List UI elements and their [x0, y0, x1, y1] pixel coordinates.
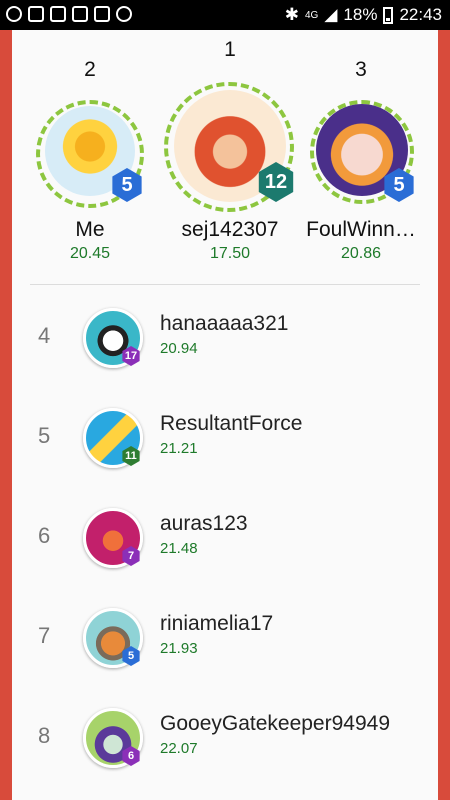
podium-first[interactable]: 1 12 sej142307 17.50 [160, 30, 300, 270]
podium-name: Me [75, 218, 105, 241]
row-rank: 8 [38, 723, 51, 748]
divider [30, 284, 420, 285]
row-name: GooeyGatekeeper94949 [160, 712, 391, 735]
podium-name: FoulWinn… [306, 218, 416, 241]
battery-icon [383, 6, 394, 24]
list-item[interactable]: 5 11 ResultantForce 21.21 [12, 400, 438, 500]
status-bar: ✱ 4G ◢ 18% 22:43 [0, 0, 450, 30]
list-item[interactable]: 4 17 hanaaaaa321 20.94 [12, 300, 438, 400]
row-time: 22.07 [160, 740, 198, 757]
message-icon [50, 6, 66, 22]
podium-name: sej142307 [181, 218, 279, 241]
row-time: 21.93 [160, 640, 198, 657]
row-rank: 5 [38, 423, 51, 448]
row-name: hanaaaaa321 [160, 312, 289, 335]
gmail-icon [94, 6, 110, 22]
podium-second[interactable]: 2 5 Me 20.45 [30, 30, 150, 270]
row-rank: 7 [38, 623, 51, 648]
row-time: 20.94 [160, 340, 198, 357]
podium-rank: 3 [355, 58, 367, 81]
row-time: 21.21 [160, 440, 198, 457]
bluetooth-icon: ✱ [284, 5, 299, 24]
do-not-disturb-icon [6, 6, 22, 22]
row-rank: 6 [38, 523, 51, 548]
row-name: auras123 [160, 512, 248, 535]
list-item[interactable]: 6 7 auras123 21.48 [12, 500, 438, 600]
row-rank: 4 [38, 323, 51, 348]
row-name: riniamelia17 [160, 612, 274, 635]
row-time: 21.48 [160, 540, 198, 557]
battery-percent: 18% [343, 5, 378, 24]
podium-third[interactable]: 3 5 FoulWinn… 20.86 [302, 30, 420, 270]
list-item[interactable]: 7 5 riniamelia17 21.93 [12, 600, 438, 700]
network-type: 4G [305, 9, 319, 21]
podium-rank: 1 [224, 38, 236, 61]
podium-time: 20.45 [69, 245, 111, 262]
podium-time: 20.86 [340, 245, 382, 262]
list-item[interactable]: 8 6 GooeyGatekeeper94949 22.07 [12, 700, 438, 800]
signal-icon: ◢ [324, 5, 338, 24]
image-icon [72, 6, 88, 22]
whatsapp-icon [116, 6, 132, 22]
podium-time: 17.50 [209, 245, 251, 262]
podium: 2 5 Me 20.45 1 12 sej142307 17.50 3 5 Fo… [12, 30, 438, 285]
podium-rank: 2 [84, 58, 96, 81]
notes-icon [28, 6, 44, 22]
leaderboard-panel: 2 5 Me 20.45 1 12 sej142307 17.50 3 5 Fo… [12, 30, 438, 800]
clock: 22:43 [399, 5, 442, 24]
row-name: ResultantForce [160, 412, 303, 435]
